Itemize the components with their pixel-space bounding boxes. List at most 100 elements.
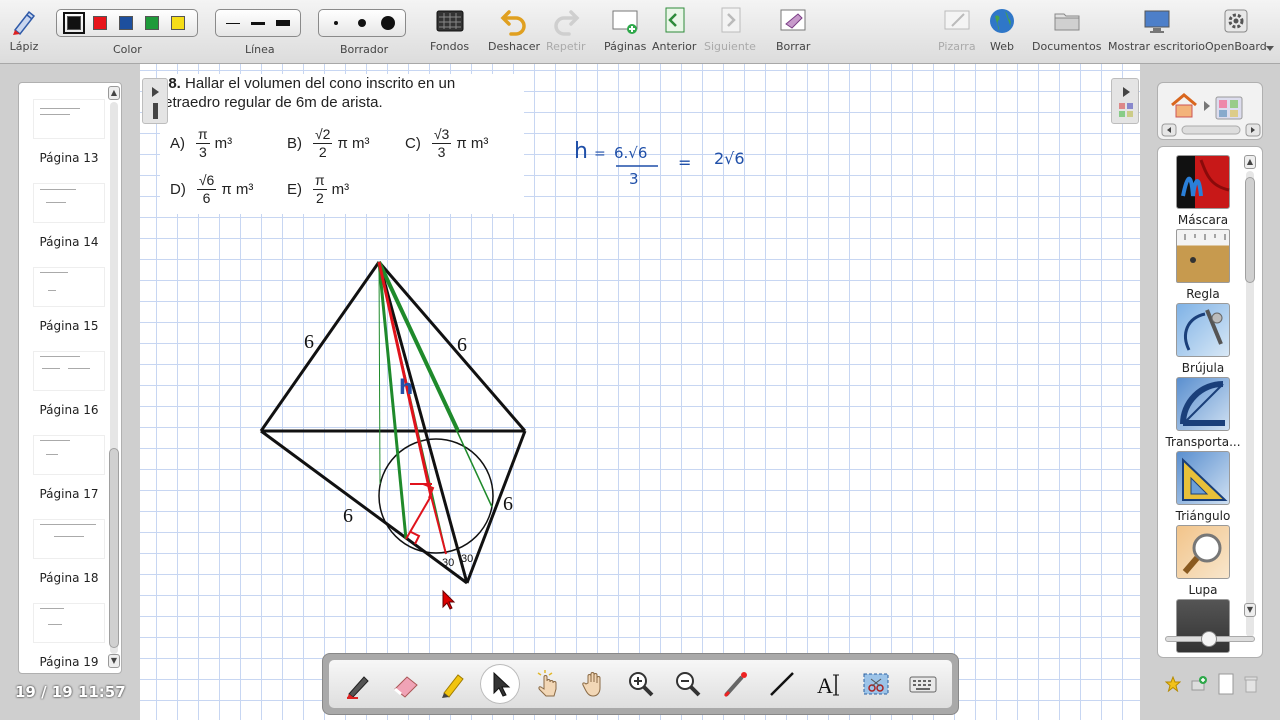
pen-button[interactable] — [339, 664, 379, 704]
mask-tool-label: Máscara — [1177, 213, 1229, 227]
page-thumbnail[interactable]: Página 16 — [25, 351, 107, 417]
page-thumbnail-image — [33, 183, 105, 223]
next-page-button[interactable]: Siguiente — [704, 6, 756, 53]
add-page-icon — [609, 6, 641, 36]
page-thumbnails-panel: Página 13 Página 14 Página 15 Página 16 … — [18, 82, 122, 674]
edge-label: 6 — [457, 334, 467, 356]
toggle-pages-panel-button[interactable] — [142, 78, 168, 124]
page-thumbnail[interactable]: Página 17 — [25, 435, 107, 501]
web-button[interactable]: Web — [986, 6, 1018, 53]
height-label: h — [399, 375, 413, 399]
folder-icon — [1051, 6, 1083, 36]
board-mode-button[interactable]: Pizarra — [938, 6, 976, 53]
gear-icon — [1220, 6, 1252, 36]
line-thick-button[interactable] — [271, 12, 296, 34]
capture-button[interactable] — [856, 664, 896, 704]
previous-page-button[interactable]: Anterior — [652, 6, 696, 53]
line-button[interactable] — [762, 664, 802, 704]
laser-pointer-button[interactable] — [715, 664, 755, 704]
page-thumbnail-label: Página 16 — [39, 403, 99, 417]
library-scrollbar[interactable]: ▲ ▼ — [1244, 155, 1256, 651]
tetrahedron-figure: 6 6 6 6 h 30 30 h = 6.√6 3 = 2√6 — [259, 139, 745, 610]
openboard-menu-button[interactable]: OpenBoard — [1205, 6, 1267, 53]
next-page-icon — [714, 6, 746, 36]
thumbnail-size-slider[interactable] — [1165, 631, 1255, 647]
compass-tool[interactable]: Brújula — [1158, 303, 1248, 375]
page-thumbnail-current[interactable]: Página 19 — [25, 603, 107, 669]
ruler-tool[interactable]: Regla — [1158, 229, 1248, 301]
page-thumbnail-label: Página 13 — [39, 151, 99, 165]
toolbar-expand-icon[interactable] — [1266, 46, 1274, 51]
undo-label: Deshacer — [488, 40, 541, 53]
eraser-size-group — [318, 9, 406, 37]
add-folder-icon[interactable] — [1190, 675, 1208, 693]
color-blue[interactable] — [119, 16, 133, 30]
protractor-icon — [1176, 377, 1230, 431]
clear-button[interactable]: Borrar — [776, 6, 810, 53]
page-thumbnail[interactable]: Página 18 — [25, 519, 107, 585]
color-black[interactable] — [63, 12, 85, 34]
virtual-keyboard-button[interactable] — [903, 664, 943, 704]
magnifier-tool[interactable]: Lupa — [1158, 525, 1248, 597]
scroll-up-icon[interactable]: ▲ — [1244, 155, 1256, 169]
scroll-up-icon[interactable]: ▲ — [108, 86, 120, 100]
zoom-out-button[interactable] — [668, 664, 708, 704]
show-desktop-label: Mostrar escritorio — [1108, 40, 1206, 53]
mouse-cursor-icon — [442, 589, 456, 610]
eraser-small-button[interactable] — [323, 12, 349, 34]
undo-button[interactable]: Deshacer — [488, 6, 540, 53]
page-list-scrollbar[interactable]: ▲ ▼ — [108, 86, 120, 670]
line-thin-button[interactable] — [220, 12, 245, 34]
color-green[interactable] — [145, 16, 159, 30]
text-icon: A — [817, 673, 839, 698]
highlighter-button[interactable] — [433, 664, 473, 704]
library-actions — [1160, 672, 1264, 696]
page-thumbnail-label: Página 18 — [39, 571, 99, 585]
laser-pointer-icon — [723, 672, 747, 698]
redo-button[interactable]: Repetir — [546, 6, 586, 53]
page-thumbnail-image — [33, 267, 105, 307]
page-thumbnail[interactable]: Página 13 — [25, 99, 107, 165]
favorite-star-icon[interactable] — [1164, 676, 1181, 692]
slider-handle[interactable] — [1201, 631, 1217, 647]
zoom-in-button[interactable] — [621, 664, 661, 704]
trash-icon[interactable] — [1243, 675, 1259, 693]
home-icon[interactable] — [1171, 93, 1197, 118]
inscribed-circle — [378, 438, 494, 554]
eraser-medium-button[interactable] — [349, 12, 375, 34]
text-button[interactable]: A — [809, 664, 849, 704]
line-medium-button[interactable] — [245, 12, 270, 34]
handwritten-formula: h = 6.√6 3 = 2√6 — [574, 139, 745, 188]
color-label: Color — [113, 43, 142, 56]
triangle-tool[interactable]: Triángulo — [1158, 451, 1248, 523]
selector-button[interactable] — [479, 664, 520, 704]
redo-label: Repetir — [546, 40, 586, 53]
pages-button[interactable]: Páginas — [604, 6, 646, 53]
color-yellow[interactable] — [171, 16, 185, 30]
documents-button[interactable]: Documentos — [1032, 6, 1101, 53]
eraser-large-button[interactable] — [375, 12, 401, 34]
scroll-down-icon[interactable]: ▼ — [1244, 603, 1256, 617]
page-thumbnail[interactable]: Página 14 — [25, 183, 107, 249]
blank-page-icon[interactable] — [1218, 673, 1234, 695]
undo-icon — [498, 6, 530, 36]
edge — [260, 429, 468, 585]
backgrounds-button[interactable]: Fondos — [430, 6, 469, 53]
hand-pan-button[interactable] — [574, 664, 614, 704]
library-horizontal-scrollbar[interactable] — [1181, 125, 1241, 135]
mask-tool[interactable]: Máscara — [1158, 155, 1248, 227]
toggle-library-panel-button[interactable] — [1111, 78, 1139, 124]
library-icon[interactable] — [1215, 96, 1243, 120]
show-desktop-button[interactable]: Mostrar escritorio — [1108, 6, 1205, 53]
scroll-down-icon[interactable]: ▼ — [108, 654, 120, 668]
pen-tool-button[interactable]: Lápiz — [8, 6, 40, 53]
panel-arrow-icon — [1119, 87, 1133, 117]
whiteboard-canvas[interactable]: 18. Hallar el volumen del cono inscrito … — [140, 64, 1140, 720]
page-thumbnail[interactable]: Página 15 — [25, 267, 107, 333]
clear-label: Borrar — [776, 40, 811, 53]
play-interact-button[interactable] — [527, 664, 567, 704]
protractor-tool[interactable]: Transporta... — [1158, 377, 1248, 449]
eraser-button[interactable] — [386, 664, 426, 704]
desktop-icon — [1141, 6, 1173, 36]
color-red[interactable] — [93, 16, 107, 30]
